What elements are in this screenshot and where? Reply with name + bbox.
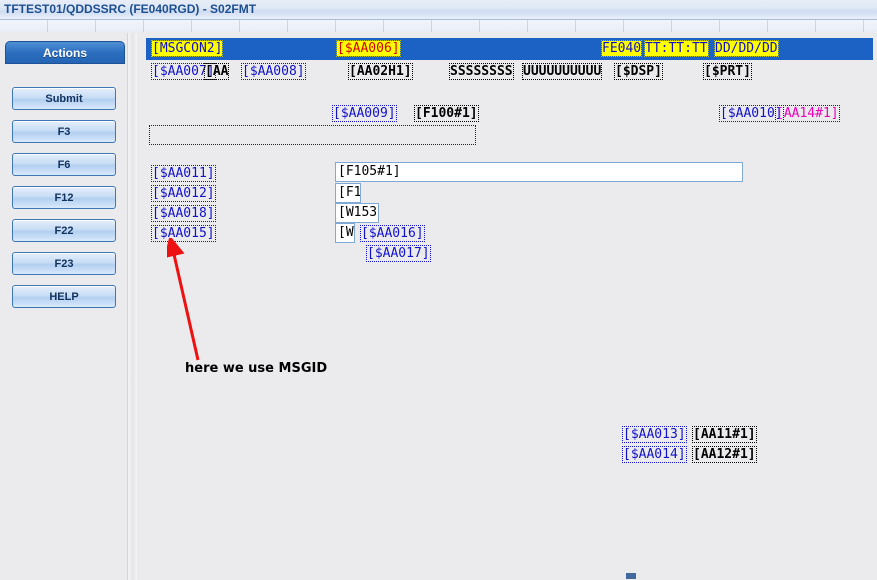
field-aa010[interactable]: [$AA010]	[719, 105, 784, 122]
sidebar-button-f6[interactable]: F6	[12, 153, 116, 176]
field-aa11-1[interactable]: [AA11#1]	[692, 426, 757, 443]
annotation-text: here we use MSGID	[185, 361, 328, 376]
entry-field-f105-1[interactable]: [F105#1]	[335, 162, 743, 182]
field-aa008[interactable]: [$AA008]	[241, 63, 306, 80]
field-aa016[interactable]: [$AA016]	[360, 225, 425, 242]
sidebar-button-f23[interactable]: F23	[12, 252, 116, 275]
sidebar-button-help[interactable]: HELP	[12, 285, 116, 308]
field-aa009[interactable]: [$AA009]	[332, 105, 397, 122]
field-aa-partial[interactable]: [AA	[203, 63, 230, 80]
bottom-resize-handle[interactable]	[626, 573, 636, 579]
sidebar-button-f3[interactable]: F3	[12, 120, 116, 143]
annotation-arrow-icon	[167, 238, 200, 361]
window-title-bar: TFTEST01/QDDSSRC (FE040RGD) - S02FMT	[0, 0, 877, 20]
field-date[interactable]: DD/DD/DD	[714, 40, 779, 57]
ruler-strip	[0, 20, 877, 32]
field-aa12-1[interactable]: [AA12#1]	[692, 446, 757, 463]
field-prt[interactable]: [$PRT]	[703, 63, 752, 80]
field-aa017[interactable]: [$AA017]	[366, 245, 431, 262]
entry-field-f1[interactable]: [F1	[335, 183, 361, 203]
field-aa14-1[interactable]: [AA14#1]	[775, 105, 840, 122]
field-dsp[interactable]: [$DSP]	[614, 63, 663, 80]
actions-sidebar: Actions Submit F3 F6 F12 F22 F23 HELP	[0, 33, 127, 580]
field-aa013[interactable]: [$AA013]	[622, 426, 687, 443]
entry-field-w[interactable]: [W	[335, 223, 355, 243]
entry-field-w153[interactable]: [W153	[335, 203, 379, 223]
field-fe040[interactable]: FE040	[600, 40, 643, 57]
field-f100-1[interactable]: [F100#1]	[414, 105, 479, 122]
field-aa006[interactable]: [$AA006]	[336, 40, 401, 57]
field-msgcon2[interactable]: [MSGCON2]	[150, 40, 224, 57]
field-constant-s[interactable]: SSSSSSSS	[449, 63, 514, 80]
screen-design-canvas[interactable]: [MSGCON2] [$AA006] FE040 TT:TT:TT DD/DD/…	[137, 33, 877, 580]
sidebar-button-f12[interactable]: F12	[12, 186, 116, 209]
field-aa014[interactable]: [$AA014]	[622, 446, 687, 463]
field-aa018[interactable]: [$AA018]	[151, 205, 216, 222]
field-aa02h1[interactable]: [AA02H1]	[348, 63, 413, 80]
sidebar-button-submit[interactable]: Submit	[12, 87, 116, 110]
window-title: TFTEST01/QDDSSRC (FE040RGD) - S02FMT	[4, 2, 257, 16]
empty-selection-region[interactable]	[149, 125, 476, 145]
field-aa012[interactable]: [$AA012]	[151, 185, 216, 202]
field-constant-u[interactable]: UUUUUUUUUU	[521, 63, 603, 80]
field-time[interactable]: TT:TT:TT	[644, 40, 709, 57]
field-aa011[interactable]: [$AA011]	[151, 165, 216, 182]
sidebar-button-f22[interactable]: F22	[12, 219, 116, 242]
sidebar-header: Actions	[5, 41, 125, 64]
